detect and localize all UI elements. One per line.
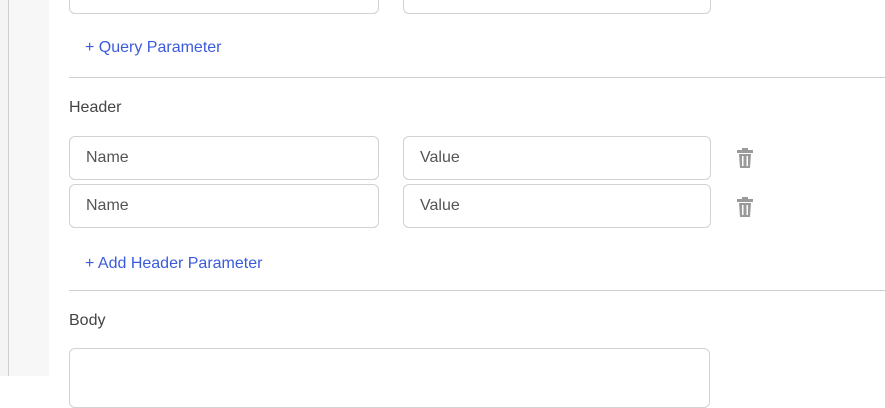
section-divider (69, 77, 885, 78)
request-editor-panel: + Query Parameter Header Name Value Name… (49, 0, 885, 408)
header-section-label: Header (69, 99, 122, 116)
header-value-field[interactable]: Value (403, 136, 711, 180)
trash-icon[interactable] (737, 148, 753, 168)
body-input[interactable] (69, 348, 710, 408)
add-header-parameter-link[interactable]: + Add Header Parameter (85, 255, 262, 273)
query-name-field[interactable] (69, 0, 379, 14)
trash-icon[interactable] (737, 197, 753, 217)
add-query-parameter-link[interactable]: + Query Parameter (85, 39, 222, 57)
body-section-label: Body (69, 312, 106, 329)
side-gutter (9, 0, 49, 376)
header-value-field[interactable]: Value (403, 184, 711, 228)
section-divider (69, 290, 885, 291)
header-name-field[interactable]: Name (69, 184, 379, 228)
left-edge-strip (0, 0, 9, 376)
query-value-field[interactable] (403, 0, 711, 14)
header-name-field[interactable]: Name (69, 136, 379, 180)
